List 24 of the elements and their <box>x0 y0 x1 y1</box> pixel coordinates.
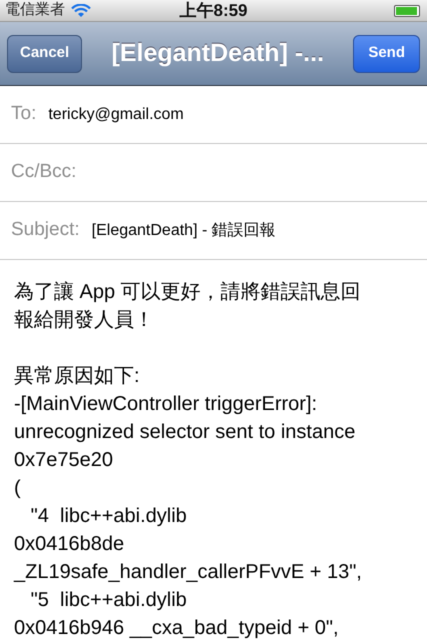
field-label: Subject: <box>11 218 80 242</box>
navigation-title: [ElegantDeath] -... <box>112 38 324 69</box>
send-button[interactable]: Send <box>353 34 420 72</box>
body-text-line: -[MainViewController triggerError]: <box>14 392 318 417</box>
body-text-line: 0x7e75e20 <box>14 448 114 473</box>
field-label: Cc/Bcc: <box>11 160 76 184</box>
body-text-line: unrecognized selector sent to instance <box>14 420 356 445</box>
wifi-icon <box>71 4 91 18</box>
carrier-name: 電信業者 <box>5 0 65 20</box>
body-text-line: "4 libc++abi.dylib <box>30 504 188 529</box>
field-label: To: <box>11 102 36 126</box>
field-value[interactable]: [ElegantDeath] - 錯誤回報 <box>92 218 276 242</box>
body-text-line: 為了讓 App 可以更好，請將錯誤訊息回 <box>14 280 362 305</box>
body-text-line: 異常原因如下: <box>14 364 141 389</box>
body-text-line: 報給開發人員！ <box>14 308 155 333</box>
status-time: 上午8:59 <box>179 0 248 22</box>
field-value[interactable]: tericky@gmail.com <box>48 102 184 126</box>
battery-icon <box>394 4 420 16</box>
body-text-line: ( <box>14 476 22 501</box>
body-text-line: _ZL19safe_handler_callerPFvvE + 13", <box>14 560 363 585</box>
body-text-line: 0x0416b8de <box>14 532 126 557</box>
body-text-line: 0x0416b946 __cxa_bad_typeid + 0", <box>14 616 340 640</box>
body-text-line: "5 libc++abi.dylib <box>30 588 188 613</box>
cancel-button[interactable]: Cancel <box>7 34 82 72</box>
